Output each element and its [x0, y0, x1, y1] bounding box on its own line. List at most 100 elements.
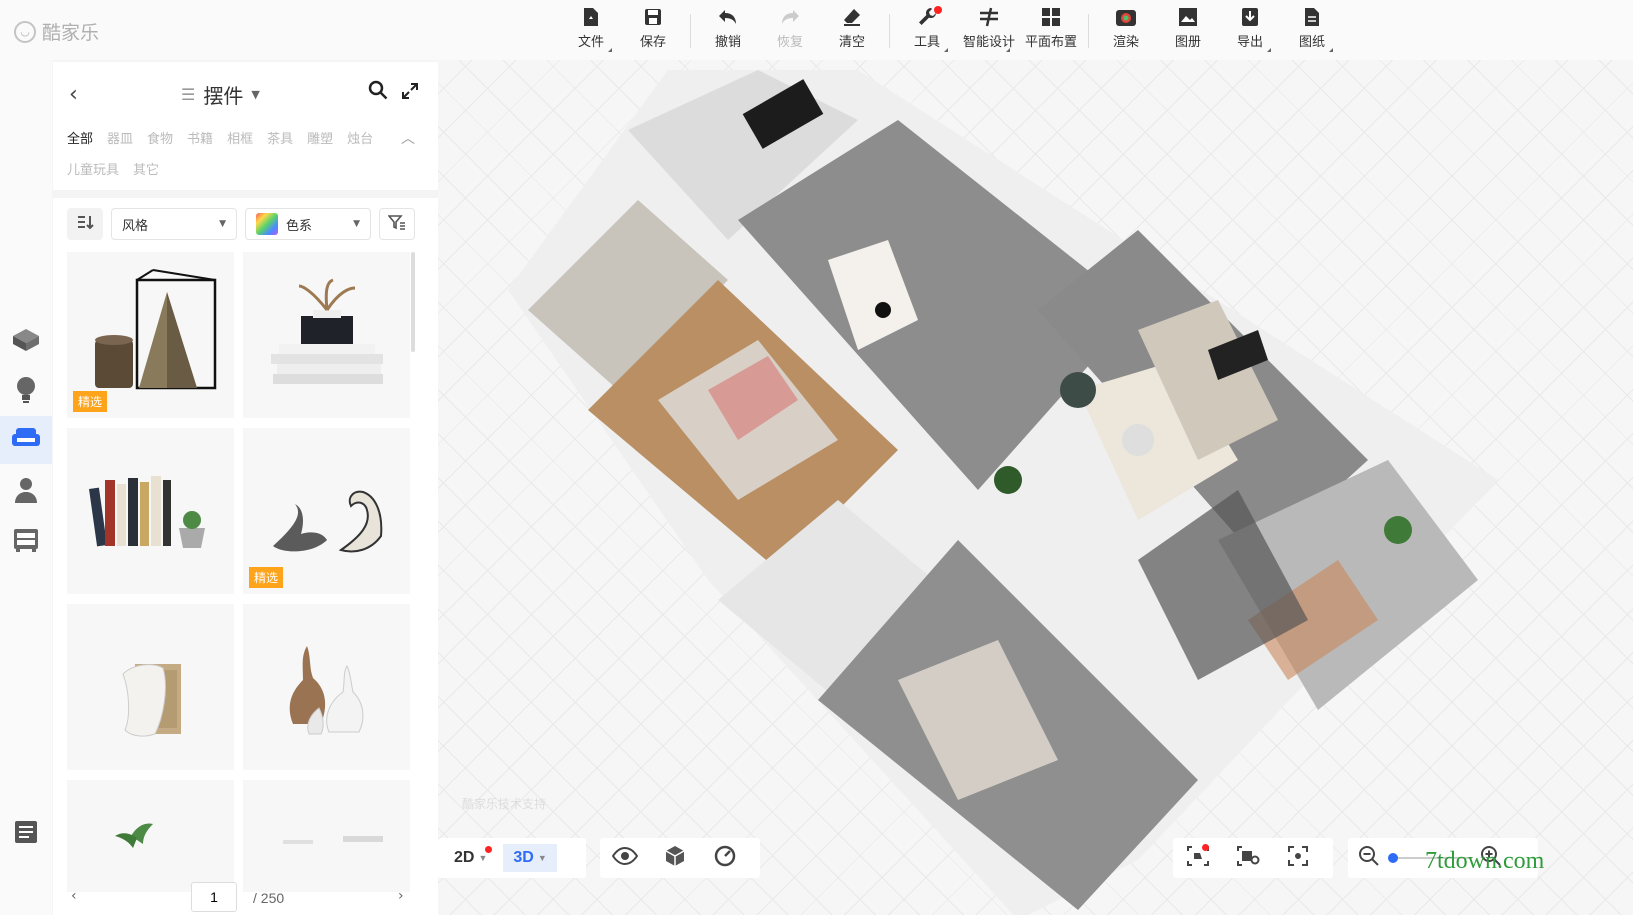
- drawing-label: 图纸: [1298, 35, 1325, 50]
- category-tab-sculpture[interactable]: 雕塑: [307, 128, 333, 147]
- camera-tools-bar: [1173, 838, 1333, 878]
- category-tab-other[interactable]: 其它: [133, 159, 159, 178]
- category-tab-frames[interactable]: 相框: [227, 128, 253, 147]
- rail-lighting[interactable]: [0, 368, 52, 416]
- view-2d-button[interactable]: 2D ▼: [444, 844, 497, 872]
- floorplan-3d-view: [508, 70, 1498, 915]
- floor-layout-button[interactable]: 平面布置: [1020, 6, 1082, 56]
- tools-menu-button[interactable]: 工具: [896, 6, 958, 56]
- zoom-slider-knob[interactable]: [1388, 853, 1398, 863]
- cube-view-button[interactable]: [650, 838, 700, 878]
- rail-cabinet[interactable]: [0, 518, 52, 566]
- chevron-down-icon: ▼: [478, 853, 488, 863]
- view-mode-bar: 2D ▼ 3D ▼: [438, 838, 586, 878]
- category-tab-food[interactable]: 食物: [147, 128, 173, 147]
- album-icon: [1177, 6, 1199, 28]
- collapse-categories-icon[interactable]: ︿: [401, 128, 415, 148]
- clear-button[interactable]: 清空: [821, 6, 883, 56]
- product-card-candle-pyramid[interactable]: 精选: [67, 252, 234, 418]
- visibility-button[interactable]: [600, 838, 650, 878]
- rail-person[interactable]: [0, 468, 52, 516]
- filter-icon: [387, 214, 406, 234]
- category-tab-candle-holder[interactable]: 烛台: [347, 128, 373, 147]
- rail-layers[interactable]: [0, 810, 52, 858]
- undo-label: 撤销: [714, 35, 741, 50]
- rail-hard-decor[interactable]: [0, 318, 52, 366]
- camera-roam-button[interactable]: [1173, 838, 1223, 878]
- smart-design-button[interactable]: 智能设计: [958, 6, 1020, 56]
- style-filter-select[interactable]: 风格 ▼: [111, 208, 237, 240]
- search-icon[interactable]: [368, 80, 388, 104]
- logo-text: 酷家乐: [42, 22, 100, 44]
- notification-dot: [934, 6, 942, 14]
- product-card-swan-pair[interactable]: 精选: [243, 428, 410, 594]
- category-tab-vessel[interactable]: 器皿: [107, 128, 133, 147]
- product-card-books-stack[interactable]: [243, 252, 410, 418]
- category-tab-all[interactable]: 全部: [67, 128, 93, 147]
- towel-basket-image: [122, 664, 181, 737]
- smart-design-icon: [978, 6, 1000, 28]
- color-filter-select[interactable]: 色系 ▼: [245, 208, 371, 240]
- category-tab-tea-set[interactable]: 茶具: [267, 128, 293, 147]
- scrollbar[interactable]: [411, 252, 415, 352]
- sort-button[interactable]: [67, 208, 103, 240]
- rail-furniture[interactable]: [0, 416, 52, 464]
- save-button[interactable]: 保存: [622, 6, 684, 56]
- cabinet-icon: [12, 527, 40, 557]
- product-card-ceramic-vase-set[interactable]: [243, 604, 410, 770]
- drawing-button[interactable]: 图纸: [1281, 6, 1343, 56]
- gauge-icon: [714, 845, 736, 871]
- product-grid: 精选 精选: [67, 252, 411, 892]
- logo-icon: ◡: [14, 20, 36, 43]
- render-button[interactable]: 渲染: [1095, 6, 1157, 56]
- category-tab-books[interactable]: 书籍: [187, 128, 213, 147]
- camera-settings-button[interactable]: [1223, 838, 1273, 878]
- product-card-towel-basket[interactable]: [67, 604, 234, 770]
- export-label: 导出: [1236, 35, 1263, 50]
- layers-icon: [13, 819, 39, 849]
- plant-image: [115, 823, 153, 848]
- cube-icon: [664, 845, 686, 871]
- file-label: 文件: [577, 35, 604, 50]
- list-icon: ☰: [181, 85, 196, 104]
- page-number-input[interactable]: [191, 882, 237, 912]
- camera-settings-icon: [1236, 845, 1260, 871]
- notification-dot: [1202, 844, 1209, 851]
- file-menu-button[interactable]: 文件: [560, 6, 622, 56]
- lighting-icon: [14, 375, 38, 409]
- undo-button[interactable]: 撤销: [697, 6, 759, 56]
- expand-icon[interactable]: [401, 82, 419, 104]
- save-label: 保存: [639, 35, 666, 50]
- floor-layout-icon: [1040, 6, 1062, 28]
- advanced-filter-button[interactable]: [379, 208, 415, 240]
- product-card-plant[interactable]: [67, 780, 234, 892]
- app-logo[interactable]: ◡ 酷家乐: [14, 18, 99, 45]
- design-canvas[interactable]: 酷家乐技术支持 2D ▼ 3D ▼: [438, 60, 1633, 915]
- zoom-out-icon[interactable]: [1358, 845, 1380, 871]
- album-button[interactable]: 图册: [1157, 6, 1219, 56]
- product-card-bookshelf-books[interactable]: [67, 428, 234, 594]
- hard-decor-icon: [11, 327, 41, 357]
- view-3d-button[interactable]: 3D ▼: [503, 844, 557, 872]
- performance-button[interactable]: [700, 838, 750, 878]
- furniture-sofa-icon: [11, 426, 41, 454]
- color-filter-label: 色系: [286, 218, 313, 234]
- canvas-watermark: 酷家乐技术支持: [462, 797, 547, 811]
- drawing-icon: [1301, 6, 1323, 28]
- next-page-icon[interactable]: ›: [398, 888, 404, 904]
- chevron-down-icon: ▼: [353, 219, 360, 229]
- export-icon: [1239, 6, 1261, 28]
- redo-label: 恢复: [776, 35, 803, 50]
- prev-page-icon[interactable]: ‹: [71, 888, 77, 904]
- product-card-tray[interactable]: [243, 780, 410, 892]
- category-tab-kids-toys[interactable]: 儿童玩具: [67, 159, 119, 178]
- tools-label: 工具: [913, 35, 940, 50]
- tray-image: [283, 836, 383, 844]
- category-dropdown[interactable]: ☰ 摆件 ▼: [181, 80, 260, 109]
- back-icon[interactable]: ‹: [69, 82, 78, 107]
- export-button[interactable]: 导出: [1219, 6, 1281, 56]
- featured-badge: 精选: [73, 391, 108, 412]
- redo-button[interactable]: 恢复: [759, 6, 821, 56]
- eye-icon: [611, 846, 639, 869]
- fit-view-button[interactable]: [1273, 838, 1323, 878]
